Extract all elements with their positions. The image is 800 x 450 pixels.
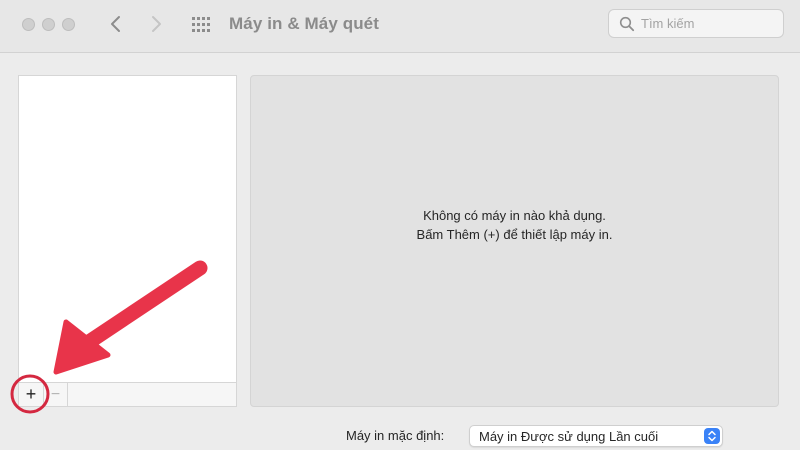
empty-state-line-1: Không có máy in nào khả dụng.	[423, 208, 606, 223]
printer-list-controls: + −	[18, 382, 237, 407]
default-printer-label: Máy in mặc định:	[346, 428, 445, 443]
zoom-window-button[interactable]	[62, 18, 75, 31]
up-down-chevron-icon	[708, 430, 716, 442]
back-button[interactable]	[104, 12, 128, 36]
remove-printer-button[interactable]: −	[44, 383, 68, 406]
printer-detail-panel: Không có máy in nào khả dụng. Bấm Thêm (…	[250, 75, 779, 407]
chevron-left-icon	[111, 16, 120, 32]
toolbar: Máy in & Máy quét	[0, 0, 800, 53]
close-window-button[interactable]	[22, 18, 35, 31]
empty-state-message: Không có máy in nào khả dụng. Bấm Thêm (…	[251, 206, 778, 244]
default-printer-value: Máy in Được sử dụng Lần cuối	[479, 429, 659, 444]
minimize-window-button[interactable]	[42, 18, 55, 31]
empty-state-line-2: Bấm Thêm (+) để thiết lập máy in.	[416, 227, 613, 242]
grid-icon	[192, 17, 210, 32]
search-icon	[619, 16, 635, 32]
select-stepper[interactable]	[704, 428, 720, 444]
search-field[interactable]	[608, 9, 784, 38]
add-printer-button[interactable]: +	[19, 383, 44, 406]
printers-scanners-window: Máy in & Máy quét + − Không có máy in nà…	[0, 0, 800, 450]
search-input[interactable]	[641, 14, 777, 33]
window-title: Máy in & Máy quét	[229, 14, 380, 33]
forward-button[interactable]	[144, 12, 168, 36]
default-printer-select[interactable]: Máy in Được sử dụng Lần cuối	[469, 425, 723, 447]
show-all-button[interactable]	[191, 15, 211, 35]
chevron-right-icon	[152, 16, 161, 32]
printer-list[interactable]	[18, 75, 237, 383]
